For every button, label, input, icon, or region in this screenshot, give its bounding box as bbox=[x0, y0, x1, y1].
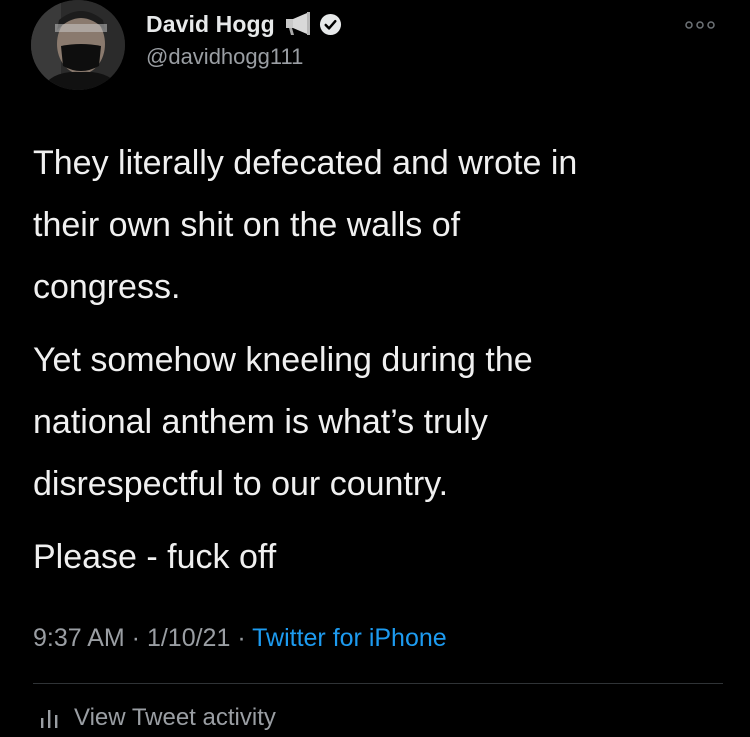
meta-separator: · bbox=[230, 624, 253, 652]
tweet-date[interactable]: 1/10/21 bbox=[147, 624, 230, 652]
tweet-time[interactable]: 9:37 AM bbox=[33, 624, 125, 652]
view-tweet-activity-link[interactable]: View Tweet activity bbox=[38, 704, 276, 732]
avatar-image bbox=[31, 0, 125, 90]
tweet-paragraph-2: Yet somehow kneeling during the national… bbox=[33, 341, 533, 503]
bar-chart-icon bbox=[38, 706, 62, 730]
meta-separator: · bbox=[124, 624, 147, 652]
author-names: David Hogg @davidhogg111 bbox=[146, 8, 342, 70]
verified-icon bbox=[319, 13, 342, 36]
activity-label: View Tweet activity bbox=[74, 704, 276, 731]
divider bbox=[33, 683, 723, 684]
tweet-source-link[interactable]: Twitter for iPhone bbox=[252, 624, 447, 652]
display-name[interactable]: David Hogg bbox=[146, 11, 275, 38]
tweet-header: David Hogg @davidhogg111 bbox=[0, 0, 750, 100]
megaphone-icon bbox=[285, 12, 315, 36]
name-row: David Hogg bbox=[146, 8, 342, 40]
tweet-text: They literally defecated and wrote in th… bbox=[33, 132, 723, 599]
avatar[interactable] bbox=[31, 0, 125, 90]
tweet-paragraph-1: They literally defecated and wrote in th… bbox=[33, 144, 578, 306]
tweet-meta: 9:37 AM · 1/10/21 · Twitter for iPhone bbox=[33, 624, 447, 653]
handle[interactable]: @davidhogg111 bbox=[146, 44, 342, 70]
more-icon[interactable] bbox=[683, 18, 717, 30]
tweet-paragraph-3: Please - fuck off bbox=[33, 538, 277, 576]
